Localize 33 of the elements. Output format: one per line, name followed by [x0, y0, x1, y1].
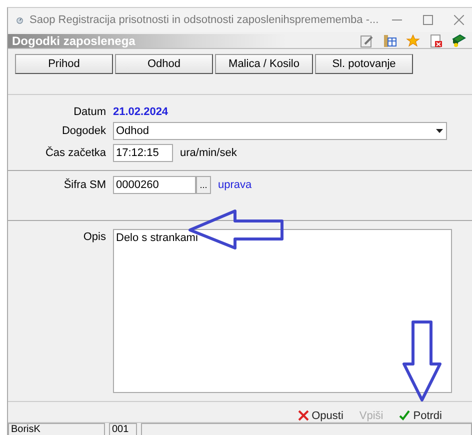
maximize-icon[interactable] [423, 15, 434, 25]
event-dropdown[interactable]: Odhod [113, 122, 447, 140]
description-field[interactable]: Delo s strankami [113, 229, 452, 393]
field-label: Šifra SM [62, 179, 106, 191]
footer-button[interactable]: Opusti [296, 409, 346, 422]
table-icon[interactable] [383, 34, 397, 48]
field-label: Čas začetka [44, 147, 106, 159]
date-value: 21.02.2024 [113, 106, 168, 118]
event-button[interactable]: Odhod [115, 54, 213, 74]
delete-document-icon[interactable] [429, 34, 443, 48]
field-label: Datum [72, 106, 106, 118]
window-title: Saop Registracija prisotnosti in odsotnosti zaposlenihspremememba -... [30, 14, 379, 26]
browse-button[interactable]: ... [196, 176, 211, 194]
edit-link[interactable]: uprava [218, 179, 252, 191]
minimize-icon[interactable] [392, 19, 402, 21]
checkmark-icon [399, 410, 410, 421]
field-label: Dogodek [60, 125, 106, 137]
star-icon[interactable] [406, 34, 420, 48]
event-button[interactable]: Malica / Kosilo [215, 54, 313, 74]
edit-icon[interactable] [360, 34, 374, 48]
field-label: Opis [82, 230, 106, 243]
event-button[interactable]: Prihod [15, 54, 113, 74]
status-cell: BorisK [8, 423, 105, 435]
status-cell: 001 [109, 423, 137, 435]
footer-button[interactable]: Potrdi [397, 409, 444, 422]
event-button[interactable]: Sl. potovanje [315, 54, 413, 74]
cross-icon [298, 410, 309, 421]
unit-label: ura/min/sek [180, 147, 237, 159]
code-input[interactable]: 0000260 [113, 176, 196, 194]
close-icon[interactable] [454, 15, 464, 25]
dropdown-arrow-icon [436, 129, 443, 133]
panel-title: Dogodki zaposlenega [12, 34, 136, 48]
time-input[interactable]: 17:12:15 [113, 144, 173, 162]
